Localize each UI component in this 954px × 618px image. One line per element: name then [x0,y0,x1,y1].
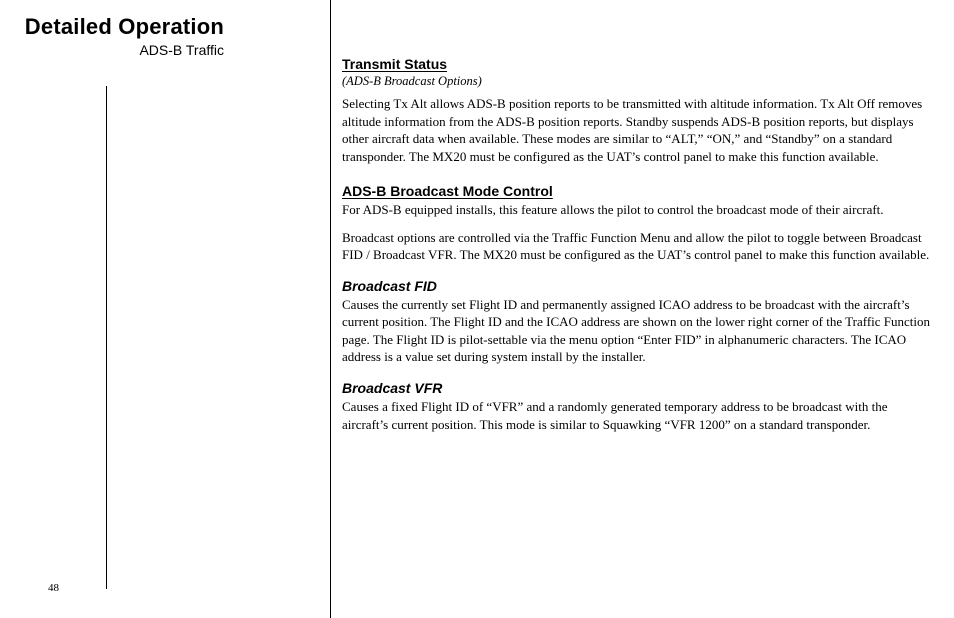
main-rule [330,0,331,618]
heading-broadcast-vfr: Broadcast VFR [342,380,932,396]
sidebar-rule [106,86,107,589]
page-number: 48 [48,582,59,594]
heading-transmit-status: Transmit Status [342,56,932,72]
para-broadcast-vfr: Causes a fixed Flight ID of “VFR” and a … [342,398,932,433]
heading-broadcast-mode-control: ADS-B Broadcast Mode Control [342,183,932,199]
section-title: Detailed Operation [25,14,224,40]
section-subtitle: ADS-B Traffic [139,42,224,58]
para-broadcast-fid: Causes the currently set Flight ID and p… [342,296,932,366]
sidebar: Detailed Operation ADS-B Traffic [0,0,330,618]
para-broadcast-mode-2: Broadcast options are controlled via the… [342,229,932,264]
main-column: Transmit Status (ADS-B Broadcast Options… [330,0,940,618]
heading-broadcast-fid: Broadcast FID [342,278,932,294]
page: Detailed Operation ADS-B Traffic 48 Tran… [0,0,954,618]
content: Transmit Status (ADS-B Broadcast Options… [342,56,932,443]
para-broadcast-mode-1: For ADS-B equipped installs, this featur… [342,201,932,219]
note-transmit-status: (ADS-B Broadcast Options) [342,74,932,89]
para-transmit-status: Selecting Tx Alt allows ADS-B position r… [342,95,932,165]
